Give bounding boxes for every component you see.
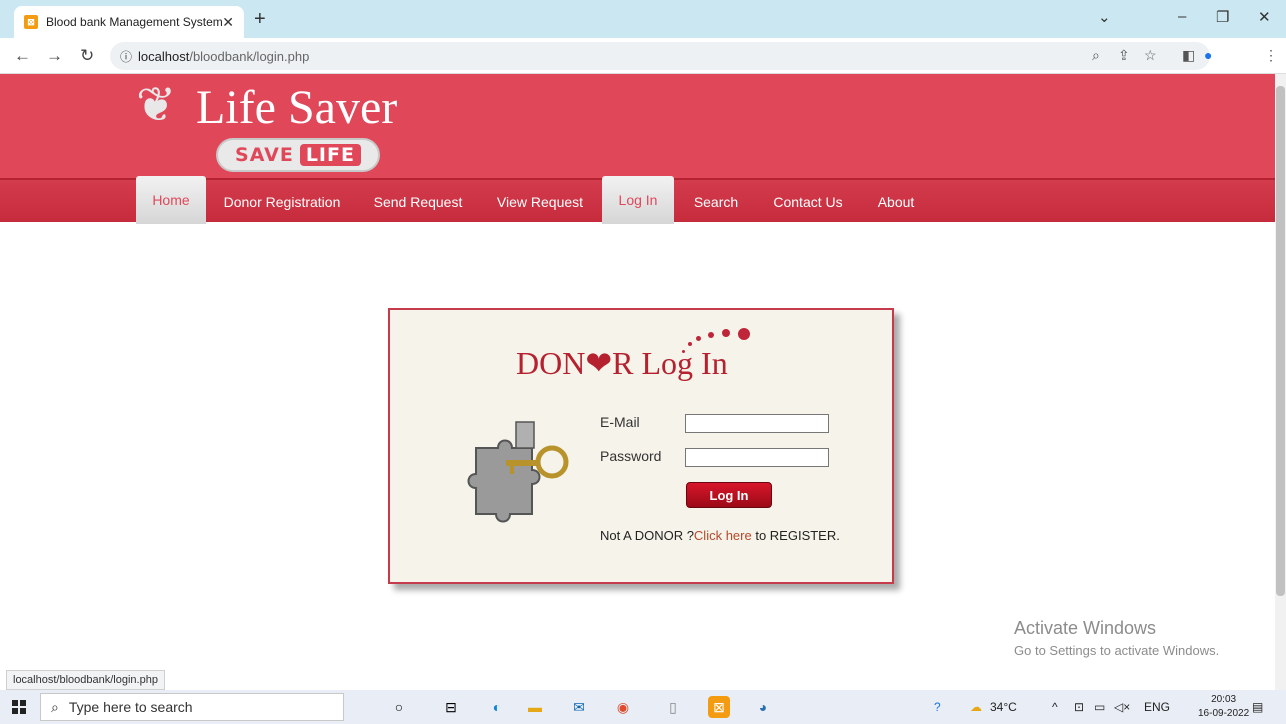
password-field[interactable] (685, 448, 829, 467)
email-field[interactable] (685, 414, 829, 433)
nav-search[interactable]: Search (686, 180, 746, 224)
profile-avatar-icon[interactable]: ● (1204, 47, 1212, 63)
register-prefix: Not A DONOR ? (600, 528, 694, 543)
nav-about[interactable]: About (870, 180, 922, 224)
url-host: localhost (138, 48, 190, 64)
nav-home[interactable]: Home (136, 176, 206, 224)
hearts-logo-icon: ❦ (136, 79, 177, 132)
clock-time: 20:03 (1211, 694, 1237, 705)
search-icon: ⌕ (51, 698, 59, 715)
nav-donor-registration[interactable]: Donor Registration (218, 180, 346, 224)
save-life-badge: SAVE LIFE (216, 138, 380, 172)
watermark-line1: Activate Windows (1014, 618, 1157, 638)
back-icon[interactable]: ← (14, 46, 31, 66)
language-indicator[interactable]: ENG (1144, 700, 1170, 714)
notification-icon[interactable]: ▤ (1252, 700, 1263, 714)
nav-contact-us[interactable]: Contact Us (764, 180, 852, 224)
chrome-profile-icon[interactable]: ◕ (752, 696, 774, 718)
share-icon[interactable]: ⇪ (1118, 47, 1130, 64)
email-label: E-Mail (600, 414, 640, 430)
battery-icon[interactable]: ▭ (1094, 700, 1105, 714)
browser-tab[interactable]: ⊠ Blood bank Management System ✕ (14, 6, 244, 38)
notepad-icon[interactable]: ▯ (662, 696, 684, 718)
tab-title: Blood bank Management System (46, 15, 223, 29)
bookmark-star-icon[interactable]: ☆ (1144, 47, 1157, 64)
main-nav: Home Donor Registration Send Request Vie… (0, 176, 1275, 224)
system-clock[interactable]: 20:03 16-09-2022 (1198, 693, 1249, 721)
chrome-icon[interactable]: ◉ (612, 696, 634, 718)
search-placeholder: Type here to search (68, 699, 193, 715)
taskbar-search[interactable]: ⌕ Type here to search (40, 693, 344, 721)
file-explorer-icon[interactable]: ▬ (524, 696, 546, 718)
menu-kebab-icon[interactable]: ⋮ (1264, 47, 1278, 64)
tab-search-icon[interactable]: ⌄ (1098, 8, 1111, 26)
scrollbar-thumb[interactable] (1276, 86, 1285, 596)
site-logo-text: Life Saver (196, 81, 398, 134)
password-label: Password (600, 448, 662, 464)
register-suffix: to REGISTER. (751, 528, 840, 543)
url-path: /bloodbank/login.php (189, 48, 310, 64)
puzzle-key-icon (467, 421, 569, 523)
url-field[interactable]: ⓘ localhost/bloodbank/login.php (110, 42, 1210, 70)
badge-save: SAVE (235, 144, 294, 166)
zoom-icon[interactable]: ⌕ (1092, 47, 1100, 64)
address-bar-row: ← → ↻ ⓘ localhost/bloodbank/login.php ⌕ … (0, 38, 1286, 74)
status-bar-url: localhost/bloodbank/login.php (6, 670, 165, 690)
nav-send-request[interactable]: Send Request (366, 180, 470, 224)
badge-life: LIFE (299, 144, 361, 166)
login-button[interactable]: Log In (686, 482, 772, 508)
restore-icon[interactable]: ❐ (1216, 8, 1229, 26)
reload-icon[interactable]: ↻ (80, 46, 94, 66)
nav-view-request[interactable]: View Request (490, 180, 590, 224)
close-tab-icon[interactable]: ✕ (222, 14, 234, 31)
windows-start-icon[interactable] (12, 700, 26, 714)
new-tab-icon[interactable]: + (254, 8, 266, 31)
nav-log-in[interactable]: Log In (602, 176, 674, 224)
register-link[interactable]: Click here (694, 528, 752, 543)
tray-chevron-icon[interactable]: ^ (1052, 700, 1058, 714)
clock-date: 16-09-2022 (1198, 708, 1250, 719)
help-icon[interactable]: ? (934, 700, 941, 714)
close-window-icon[interactable]: ✕ (1258, 8, 1271, 26)
volume-icon[interactable]: ◁× (1114, 700, 1130, 714)
minimize-icon[interactable]: – (1178, 8, 1186, 25)
weather-icon[interactable]: ☁ (970, 700, 982, 714)
activate-windows-watermark: Activate Windows Go to Settings to activ… (1014, 618, 1219, 658)
cortana-icon[interactable]: ○ (388, 696, 410, 718)
login-card: DON❤R Log In E-Mail Password Log In Not … (388, 308, 894, 584)
xampp-favicon-icon: ⊠ (24, 15, 38, 29)
watermark-line2: Go to Settings to activate Windows. (1014, 643, 1220, 658)
info-icon[interactable]: ⓘ (120, 48, 132, 65)
task-view-icon[interactable]: ⊟ (440, 696, 462, 718)
temperature-text[interactable]: 34°C (990, 700, 1017, 714)
register-prompt: Not A DONOR ?Click here to REGISTER. (600, 528, 840, 543)
mail-icon[interactable]: ✉ (568, 696, 590, 718)
browser-tab-bar: ⊠ Blood bank Management System ✕ + ⌄ – ❐… (0, 0, 1286, 38)
web-page: ❦ Life Saver SAVE LIFE Home Donor Regist… (0, 74, 1275, 690)
login-title: DON❤R Log In (516, 345, 728, 381)
site-header: ❦ Life Saver SAVE LIFE (0, 74, 1275, 178)
forward-icon[interactable]: → (46, 46, 63, 66)
xampp-icon[interactable]: ⊠ (708, 696, 730, 718)
edge-icon[interactable]: ◐ (486, 696, 508, 718)
network-icon[interactable]: ⊡ (1074, 700, 1084, 714)
windows-taskbar: ⌕ Type here to search ○ ⊟ ◐ ▬ ✉ ◉ ▯ ⊠ ◕ … (0, 690, 1286, 724)
side-panel-icon[interactable]: ◧ (1182, 47, 1195, 64)
